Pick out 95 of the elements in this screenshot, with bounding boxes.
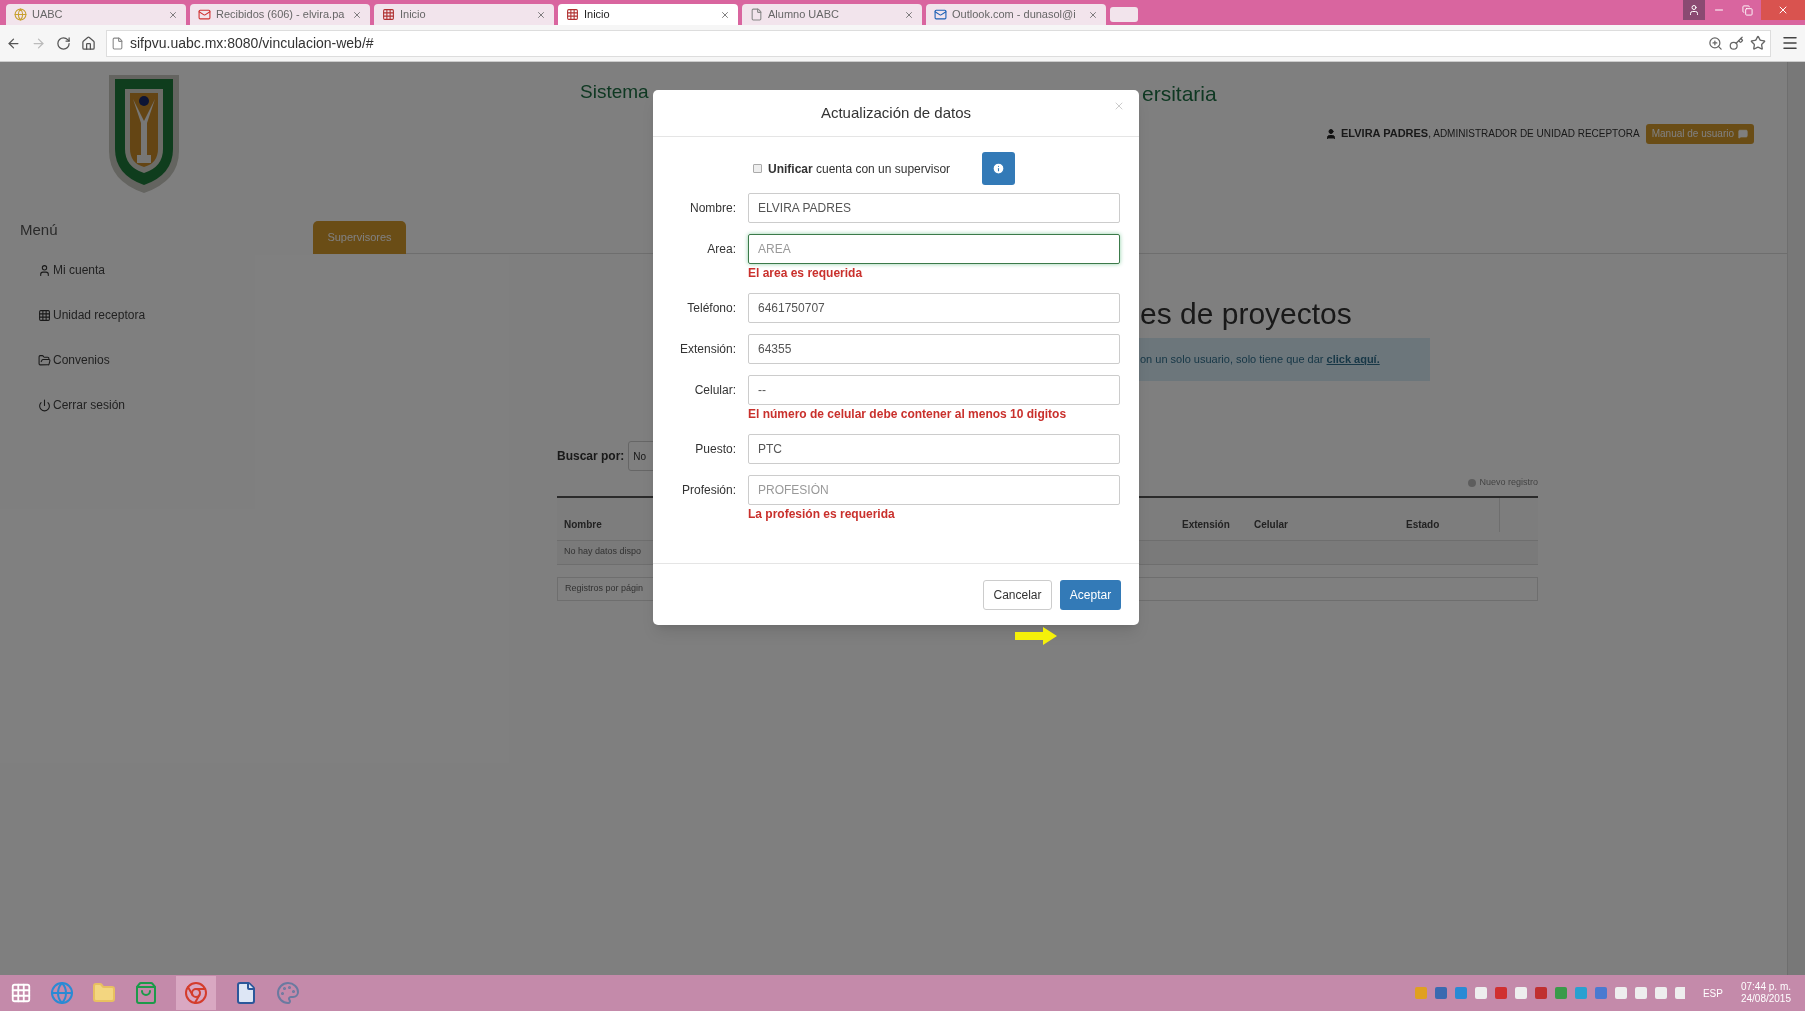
tab-title: Inicio [584,7,611,23]
error-message: El area es requerida [748,265,863,282]
chrome-icon [184,981,208,1005]
browser-tab[interactable]: Recibidos (606) - elvira.pa [190,4,370,25]
clock-time: 07:44 p. m. [1740,981,1791,993]
menu-title: Menú [20,220,58,240]
browser-tab[interactable]: UABC [6,4,186,25]
back-icon[interactable] [6,35,21,51]
browser-tab[interactable]: Outlook.com - dunasol@i [926,4,1106,25]
site-title: ersitaria [1142,81,1217,107]
field-label: Extensión: [678,341,736,358]
menu-item[interactable]: Unidad receptora [38,305,146,325]
home-icon[interactable] [81,35,96,51]
close-icon[interactable] [168,9,178,20]
mail-icon [198,8,211,21]
tab-title: Alumno UABC [768,7,840,23]
accept-button[interactable]: Aceptar [1060,579,1121,610]
start-icon[interactable] [10,982,32,1004]
text-field[interactable]: AREA [748,234,1120,264]
clock-date: 24/08/2015 [1740,993,1791,1005]
power-icon [38,398,51,412]
text-field[interactable]: PTC [748,434,1120,464]
document-icon[interactable] [234,981,258,1005]
field-label: Profesión: [680,482,736,499]
page-size-label: Registros por págin [564,581,644,595]
info-text: on un solo usuario, solo tiene que dar click aquí. [1140,352,1380,368]
address-field[interactable]: sifpvu.uabc.mx:8080/vinculacion-web/# [106,29,1771,57]
browser-tab[interactable]: Alumno UABC [742,4,922,25]
menu-icon[interactable] [1781,34,1799,52]
reload-icon[interactable] [56,35,71,51]
field-label: Nombre: [689,200,736,217]
menu-item[interactable]: Convenios [38,350,110,370]
arrow-icon [1015,627,1057,645]
close-icon[interactable] [536,9,546,20]
text-field[interactable]: 64355 [748,334,1120,364]
search-label: Buscar por: [557,448,625,465]
chat-icon [1738,128,1748,139]
folder-icon [38,353,51,367]
error-message: La profesión es requerida [748,506,895,523]
page-heading: es de proyectos [1140,296,1352,332]
grid-icon [566,8,579,21]
column-header[interactable]: Celular [1247,516,1399,532]
dialog-title: Actualización de datos [820,102,972,123]
close-icon[interactable] [352,9,362,20]
user-info: ELVIRA PADRES, ADMINISTRADOR DE UNIDAD RECEPTORA [1341,126,1640,142]
column-header[interactable]: Extensión [1175,516,1247,532]
page-icon [111,36,124,50]
text-field[interactable]: 6461750707 [748,293,1120,323]
tab-title: Outlook.com - dunasol@i [952,7,1077,23]
scrollbar[interactable] [1787,62,1805,975]
key-icon[interactable] [1729,35,1744,51]
menu-item[interactable]: Mi cuenta [38,260,106,280]
close-icon[interactable] [720,9,730,20]
url-text: sifpvu.uabc.mx:8080/vinculacion-web/# [130,33,374,53]
info-link[interactable]: click aquí. [1326,353,1380,366]
page-icon [750,8,763,21]
grid-icon [38,308,51,322]
mail-icon [934,8,947,21]
empty-message: No hay datos dispo [563,545,642,559]
browser-tab[interactable]: Inicio [374,4,554,25]
text-field[interactable]: ELVIRA PADRES [748,193,1120,223]
text-field[interactable]: -- [748,375,1120,405]
forward-icon[interactable] [31,35,46,51]
unify-checkbox[interactable] [753,164,762,173]
zoom-icon[interactable] [1708,35,1723,51]
cancel-button[interactable]: Cancelar [983,579,1052,610]
tab-title: Recibidos (606) - elvira.pa [216,7,346,23]
field-label: Puesto: [694,441,736,458]
field-label: Area: [706,241,736,258]
unify-label: Unificar cuenta con un supervisor [768,160,951,178]
user-icon [1325,127,1337,140]
tab-title: UABC [32,7,64,23]
menu-item[interactable]: Cerrar sesión [38,395,126,415]
folder-icon[interactable] [92,981,116,1005]
globe-icon [14,8,27,21]
grid-icon [382,8,395,21]
profile-button[interactable] [1683,0,1705,20]
close-icon[interactable] [1088,9,1098,20]
star-icon[interactable] [1750,35,1766,51]
column-header[interactable]: Estado [1399,516,1499,532]
info-button[interactable] [982,152,1016,185]
site-title: Sistema [580,80,649,104]
field-label: Teléfono: [686,300,736,317]
error-message: El número de celular debe contener al menos 10 digitos [748,406,1067,423]
chrome-button[interactable] [176,976,216,1010]
field-label: Celular: [693,382,736,399]
restore-icon [1741,4,1753,16]
close-icon [1777,4,1789,16]
close-icon[interactable] [904,9,914,20]
browser-tab[interactable]: Inicio [558,4,738,25]
info-icon [992,162,1006,175]
language-indicator[interactable]: ESP [1702,985,1723,1001]
user-icon [1688,4,1700,16]
tab-title: Inicio [400,7,427,23]
user-icon [38,263,51,277]
